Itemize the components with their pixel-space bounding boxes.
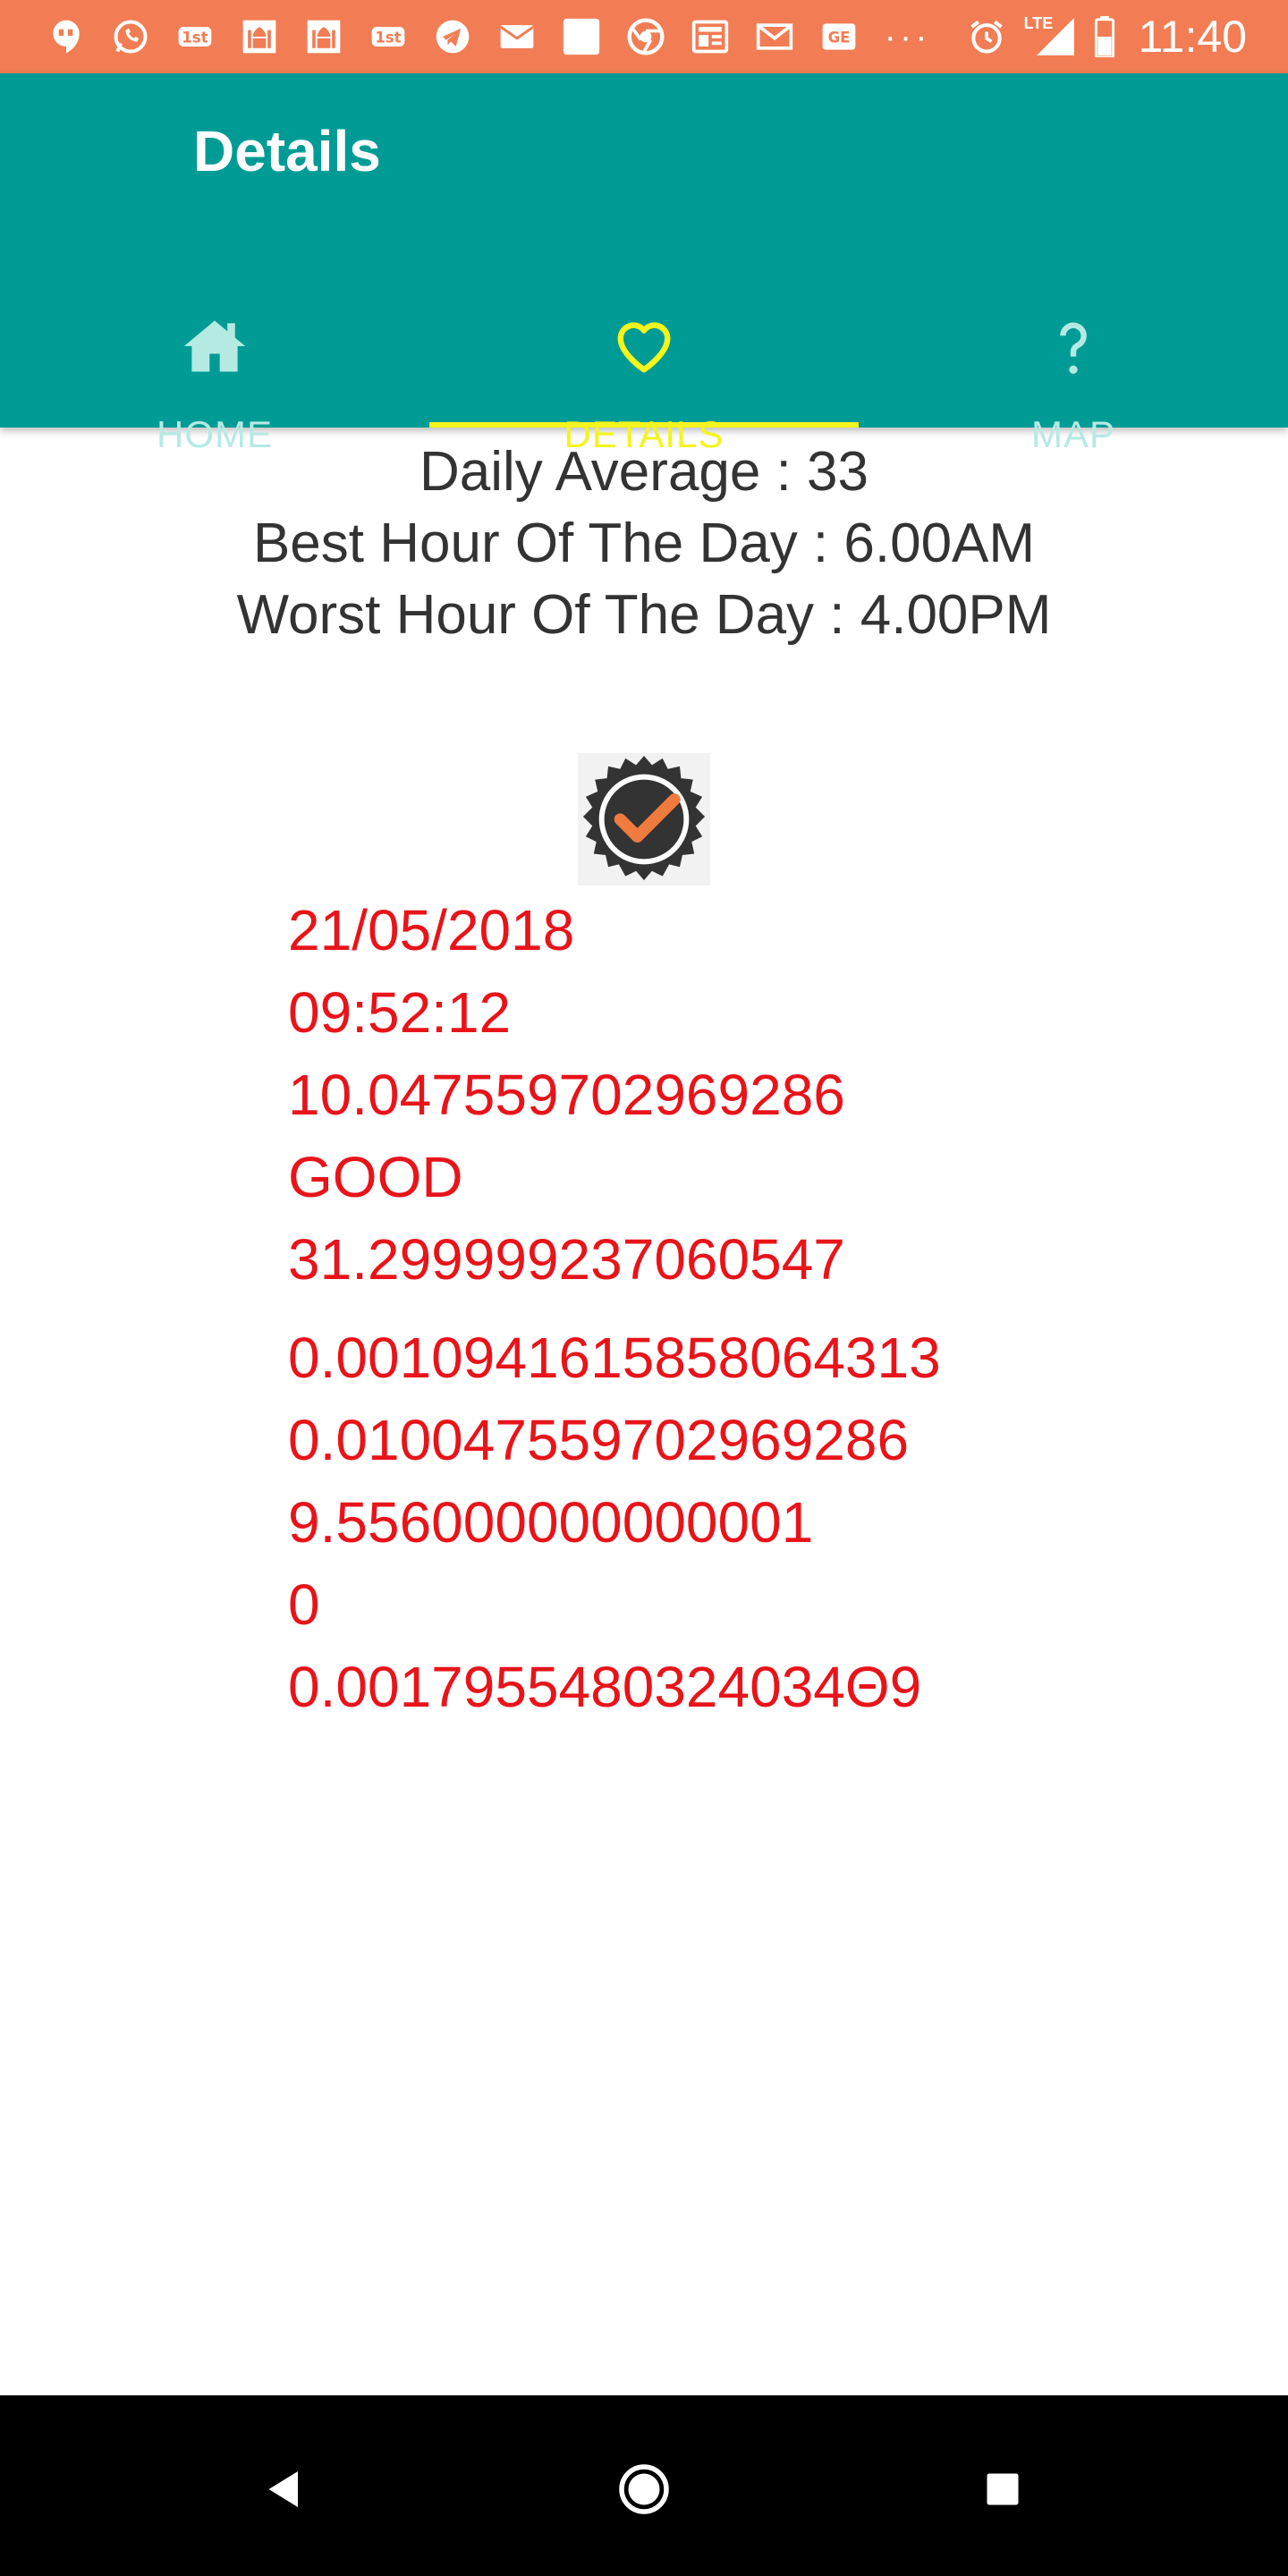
- svg-text:1st: 1st: [375, 29, 401, 46]
- square-icon: [562, 17, 601, 56]
- clock: 11:40: [1138, 12, 1247, 62]
- best-hour: Best Hour Of The Day : 6.00AM: [252, 513, 1036, 574]
- telegram-icon: [433, 17, 472, 56]
- page-title: Details: [193, 119, 381, 183]
- app-bar: Details HOME DETAILS MAP: [0, 73, 1288, 455]
- reading-value: 31.299999237060547: [288, 1227, 845, 1292]
- question-icon: [859, 315, 1288, 377]
- reading-value: 10.047559702969286: [288, 1063, 845, 1127]
- home-icon: [0, 315, 429, 377]
- tab-home[interactable]: HOME: [0, 234, 429, 455]
- reading-value: 0: [288, 1572, 320, 1637]
- 1st-icon: 1st: [175, 17, 215, 56]
- heart-icon: [429, 315, 859, 377]
- reading-value: 9.556000000000001: [288, 1490, 814, 1555]
- lte-signal-icon: LTE: [1024, 14, 1078, 59]
- summary: Daily Average : 33 Best Hour Of The Day …: [0, 436, 1288, 651]
- tab-map[interactable]: MAP: [859, 234, 1288, 455]
- mosque-icon: [304, 17, 343, 56]
- overflow-dots: ···: [884, 17, 931, 56]
- tab-bar: HOME DETAILS MAP: [0, 234, 1288, 455]
- reading-status: GOOD: [288, 1145, 463, 1209]
- notification-icons: 1st 1st GE: [47, 14, 884, 59]
- alarm-icon: [967, 17, 1006, 56]
- email-icon: [497, 17, 537, 56]
- svg-text:1st: 1st: [182, 29, 208, 46]
- worst-hour: Worst Hour Of The Day : 4.00PM: [236, 584, 1052, 646]
- reading-value: 0.010047559702969286: [288, 1408, 910, 1472]
- reading-date: 21/05/2018: [288, 898, 575, 962]
- back-icon[interactable]: [240, 2449, 329, 2529]
- svg-text:GE: GE: [828, 29, 851, 46]
- mosque-icon: [240, 17, 279, 56]
- selected-tab-indicator: [429, 422, 859, 428]
- reading-time: 09:52:12: [288, 980, 512, 1045]
- whatsapp-icon: [111, 17, 150, 56]
- tab-details[interactable]: DETAILS: [429, 234, 859, 455]
- news-icon: [691, 17, 730, 56]
- hangouts-icon: [47, 17, 86, 56]
- home-circle-icon[interactable]: [599, 2449, 689, 2529]
- 1st-icon: 1st: [369, 17, 408, 56]
- ge-icon: GE: [819, 17, 859, 56]
- gmail-icon: [755, 17, 794, 56]
- reading-value: 0.0017955480324034Θ9: [288, 1655, 922, 1719]
- status-bar: 1st 1st GE ··· LTE 11:40: [0, 0, 1288, 73]
- status-right: ··· LTE 11:40: [885, 13, 1247, 61]
- reading-value: 0.0010941615858064313: [288, 1326, 941, 1390]
- daily-average: Daily Average : 33: [419, 441, 869, 503]
- recents-icon[interactable]: [958, 2449, 1047, 2529]
- battery-icon: [1094, 16, 1115, 59]
- chrome-icon: [626, 17, 665, 56]
- system-nav-bar: [0, 2395, 1288, 2576]
- check-badge-icon: [578, 753, 710, 886]
